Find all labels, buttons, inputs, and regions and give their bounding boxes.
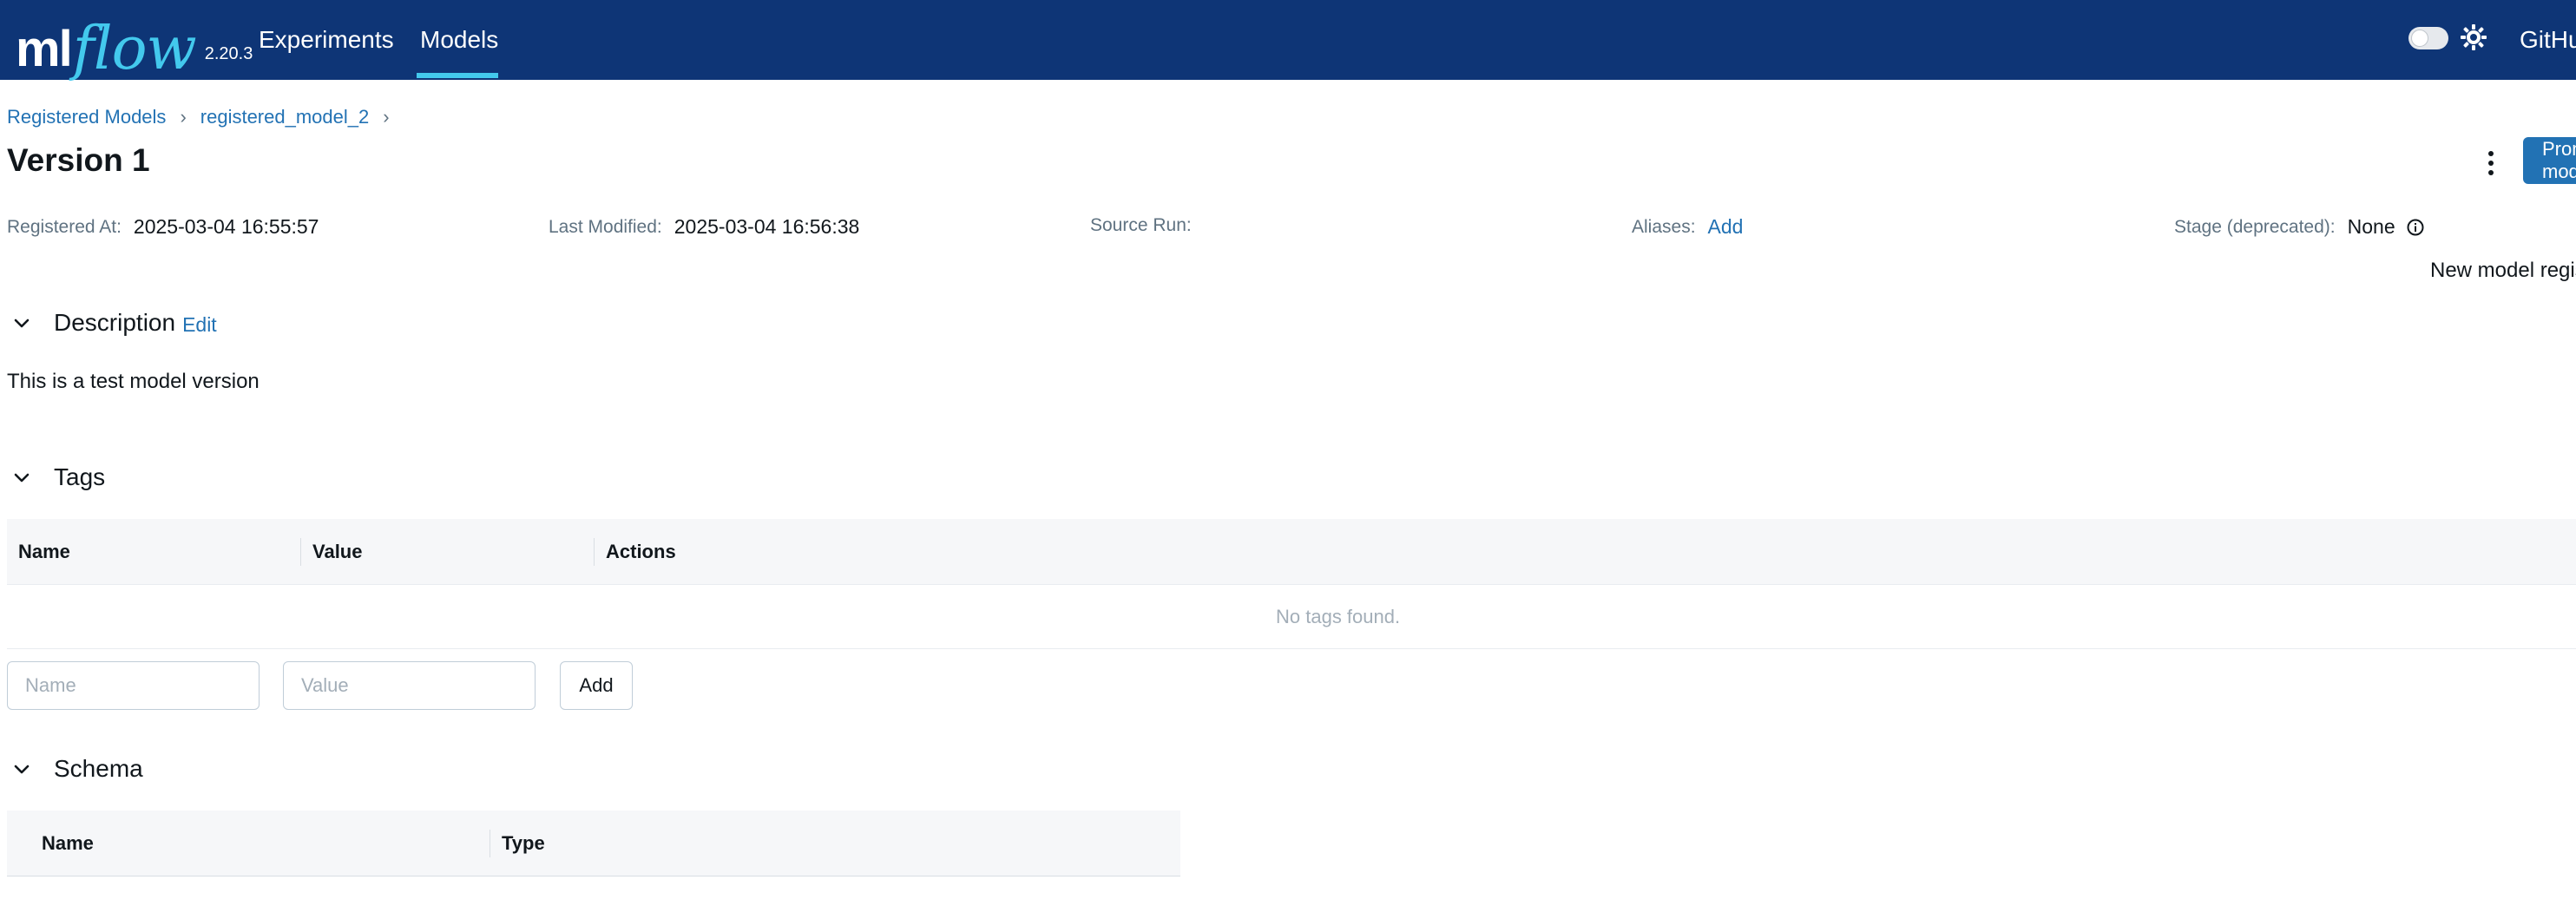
schema-column-name: Name: [42, 832, 94, 854]
breadcrumb-registered-models[interactable]: Registered Models: [7, 106, 166, 128]
breadcrumb-model-name[interactable]: registered_model_2: [200, 106, 369, 128]
logo-flow-text: flow: [72, 15, 197, 83]
tags-table: Name Value Actions No tags found.: [7, 519, 2576, 649]
more-options-icon[interactable]: [2481, 146, 2501, 181]
registered-at-label: Registered At:: [7, 216, 122, 237]
description-text: This is a test model version: [7, 370, 260, 393]
last-modified-label: Last Modified:: [549, 216, 662, 237]
add-alias-link[interactable]: Add: [1708, 215, 1744, 239]
column-header-actions: Actions: [606, 541, 676, 562]
registered-at: Registered At: 2025-03-04 16:55:57: [7, 215, 319, 239]
aliases-label: Aliases:: [1632, 216, 1696, 237]
tags-table-header: Name Value Actions: [7, 519, 2576, 585]
breadcrumb: Registered Models › registered_model_2 ›: [7, 106, 404, 128]
info-icon[interactable]: [2406, 218, 2425, 237]
stage-label: Stage (deprecated):: [2174, 216, 2336, 237]
aliases: Aliases: Add: [1632, 215, 1743, 239]
page-title: Version 1: [7, 142, 150, 178]
add-tag-button[interactable]: Add: [560, 661, 633, 710]
column-divider[interactable]: [594, 538, 595, 566]
theme-toggle[interactable]: [2408, 27, 2448, 49]
chevron-down-icon[interactable]: [12, 759, 31, 778]
source-run-label: Source Run:: [1090, 215, 1192, 235]
registered-at-value: 2025-03-04 16:55:57: [133, 215, 319, 238]
tags-section-header[interactable]: Tags: [12, 463, 105, 491]
promote-model-button[interactable]: Promote model: [2523, 137, 2576, 184]
tags-title: Tags: [54, 463, 106, 490]
description-section-header[interactable]: Description Edit: [12, 309, 217, 337]
new-model-registry-label: New model registry UI: [2430, 259, 2576, 282]
last-modified-value: 2025-03-04 16:56:38: [674, 215, 860, 238]
nav-experiments[interactable]: Experiments: [259, 0, 394, 80]
sun-icon[interactable]: [2459, 23, 2488, 52]
tag-name-input[interactable]: [7, 661, 260, 710]
tag-value-input[interactable]: [283, 661, 536, 710]
github-link[interactable]: GitHub: [2520, 0, 2576, 80]
chevron-down-icon[interactable]: [12, 468, 31, 487]
version-label: 2.20.3: [204, 44, 253, 63]
chevron-right-icon: ›: [383, 106, 390, 128]
mlflow-logo[interactable]: ml flow 2.20.3: [16, 3, 253, 83]
active-tab-indicator: [417, 73, 498, 78]
chevron-down-icon[interactable]: [12, 313, 31, 332]
edit-description-link[interactable]: Edit: [182, 313, 217, 337]
column-header-name: Name: [18, 541, 70, 562]
top-navbar: ml flow 2.20.3 Experiments Models GitHub: [0, 0, 2576, 80]
stage-value[interactable]: None: [2348, 215, 2395, 239]
column-divider[interactable]: [300, 538, 301, 566]
column-header-value: Value: [312, 541, 363, 562]
source-run: Source Run:: [1090, 215, 1204, 236]
schema-table-header: Name Type: [7, 811, 1180, 876]
description-title: Description: [54, 309, 176, 336]
chevron-right-icon: ›: [180, 106, 187, 128]
last-modified: Last Modified: 2025-03-04 16:56:38: [549, 215, 859, 239]
logo-ml-text: ml: [16, 21, 73, 77]
empty-state-text: No tags found.: [1276, 605, 1401, 627]
schema-title: Schema: [54, 755, 143, 782]
toggle-knob: [2411, 30, 2428, 47]
tags-empty-row: No tags found.: [7, 585, 2576, 649]
stage: Stage (deprecated): None: [2174, 215, 2425, 239]
nav-models[interactable]: Models: [420, 0, 498, 80]
schema-section-header[interactable]: Schema: [12, 755, 143, 783]
schema-column-type: Type: [502, 832, 545, 854]
